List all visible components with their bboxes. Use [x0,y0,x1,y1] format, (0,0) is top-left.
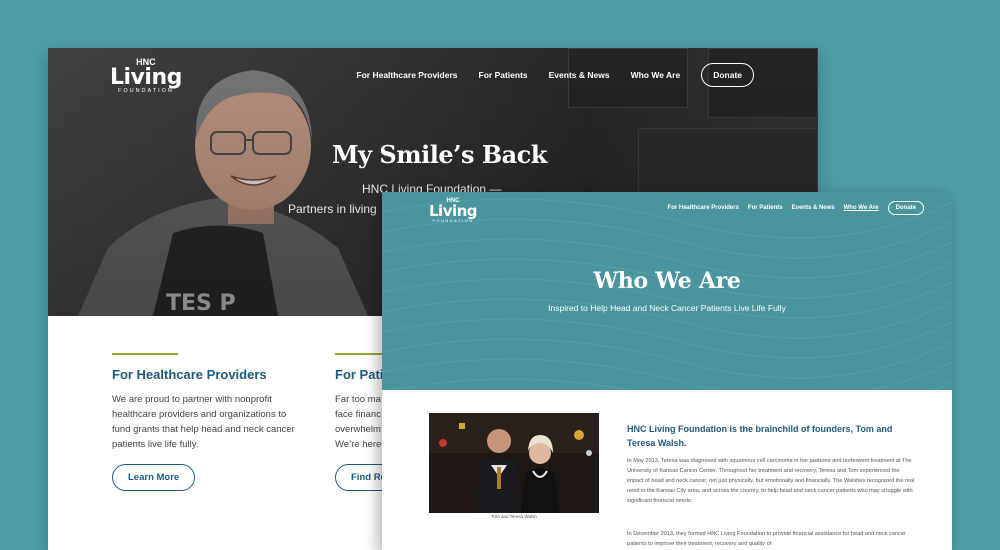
page-title: Who We Are [593,268,741,294]
second-paragraph: In December 2013, they formed HNC Living… [627,531,906,547]
nav-events-news[interactable]: Events & News [792,205,835,211]
back-logo[interactable]: HNC Living FOUNDATION [110,58,182,95]
front-page-window: HNC Living FOUNDATION For Healthcare Pro… [382,192,952,550]
donate-button[interactable]: Donate [701,63,754,87]
nav-events-news[interactable]: Events & News [549,70,610,80]
logo-living: Living [429,202,478,220]
logo-living: Living [110,65,182,90]
hero-title: My Smile’s Back [332,140,547,169]
learn-more-button[interactable]: Learn More [112,464,196,491]
front-main-nav: For Healthcare Providers For Patients Ev… [668,201,924,215]
founders-photo [429,413,599,513]
nav-patients[interactable]: For Patients [748,205,783,211]
page-subtitle: Inspired to Help Head and Neck Cancer Pa… [548,303,786,313]
healthcare-providers-column: For Healthcare Providers We are proud to… [112,353,302,491]
logo-foundation: FOUNDATION [432,218,474,223]
donate-button[interactable]: Donate [887,201,924,215]
logo-foundation: FOUNDATION [117,88,174,94]
intro-paragraph: In May 2013, Teresa was diagnosed with s… [627,458,915,504]
front-logo[interactable]: HNC Living FOUNDATION [429,198,478,223]
back-main-nav: For Healthcare Providers For Patients Ev… [356,63,754,87]
photo-caption: Tom and Teresa Walsh [491,514,537,519]
section-rule [112,353,178,355]
hero-subtitle-line2: Partners in living [288,202,377,216]
intro-heading: HNC Living Foundation is the brainchild … [627,424,893,448]
nav-who-we-are[interactable]: Who We Are [631,70,681,80]
nav-healthcare-providers[interactable]: For Healthcare Providers [356,70,457,80]
column-body: We are proud to partner with nonprofit h… [112,394,295,450]
nav-healthcare-providers[interactable]: For Healthcare Providers [668,205,739,211]
column-heading: For Healthcare Providers [112,367,267,382]
front-hero: HNC Living FOUNDATION For Healthcare Pro… [382,192,952,390]
nav-patients[interactable]: For Patients [479,70,528,80]
nav-who-we-are[interactable]: Who We Are [844,205,879,211]
